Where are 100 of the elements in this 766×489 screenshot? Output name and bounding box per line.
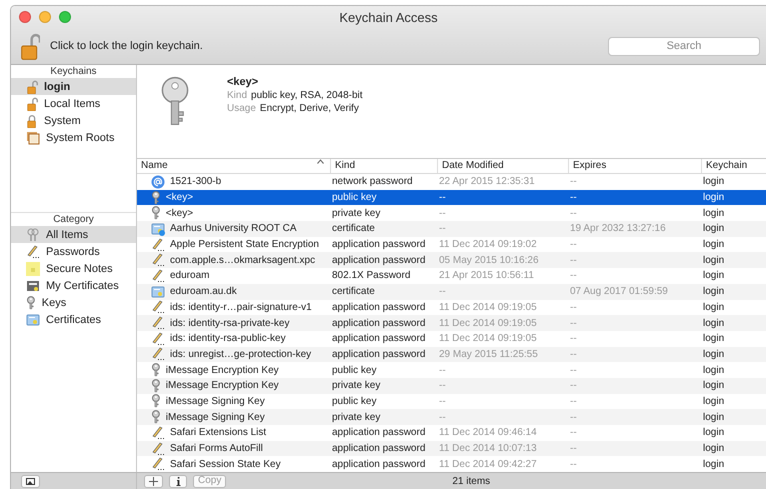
certificate-icon [26, 278, 40, 292]
key-icon [151, 363, 161, 378]
table-cell-text: -- [569, 380, 578, 392]
sidebar-item[interactable]: My Certificates [11, 277, 136, 294]
table-cell-text: 22 Apr 2015 12:35:31 [438, 176, 536, 188]
table-cell-text: -- [438, 380, 447, 392]
table-cell-text: -- [569, 364, 578, 376]
info-button[interactable] [169, 474, 187, 488]
table-cell-text: 11 Dec 2014 09:46:14 [438, 427, 538, 438]
table-cell: Safari Session State Key [170, 458, 281, 470]
table-cell: ids: identity-rsa-public-key [170, 333, 286, 344]
table-cell-text: login [702, 192, 726, 204]
table-cell-text: login [702, 427, 726, 438]
table-cell-text: -- [569, 270, 578, 282]
key-icon [26, 296, 36, 310]
sidebar-item[interactable]: Keys [11, 294, 136, 311]
table-row[interactable]: ids: identity-rsa-private-key application password 11 Dec 2014 09:19:05 -- login [137, 315, 766, 331]
column-header[interactable]: Kind [330, 159, 437, 173]
pencil-icon [151, 347, 165, 362]
table-row[interactable]: eduroam.au.dk certificate -- 07 Aug 2017 01:59:59 login [137, 284, 766, 300]
view-toggle-button[interactable] [21, 474, 40, 488]
table-row[interactable]: com.apple.s…okmarksagent.xpc application password 05 May 2015 10:16:26 -- login [137, 252, 766, 268]
table-row[interactable]: Aarhus University ROOT CA certificate -- 19 Apr 2032 13:27:16 login [137, 221, 766, 237]
key-icon [151, 190, 161, 205]
table-cell-text: -- [569, 192, 578, 204]
table-cell-text: public key [331, 364, 378, 376]
padlock-icon [26, 114, 38, 128]
sidebar-item[interactable]: System Roots [11, 129, 136, 146]
zoom-button[interactable] [59, 11, 71, 23]
sort-caret-icon [317, 159, 324, 164]
pencil-icon [151, 426, 165, 440]
column-header[interactable]: Expires [568, 159, 701, 173]
sidebar-item[interactable]: Certificates [11, 311, 136, 328]
table-cell-text: application password [331, 443, 426, 454]
pencil-icon [151, 253, 165, 268]
table-cell-text: -- [569, 239, 578, 250]
sidebar-item[interactable]: Passwords [11, 243, 136, 260]
table-cell-text: -- [438, 192, 447, 204]
table-cell-text: -- [569, 348, 578, 360]
table-row[interactable]: Safari Forms AutoFill application password 11 Dec 2014 10:07:13 -- login [137, 440, 766, 456]
table-cell-text: -- [438, 396, 447, 407]
table-cell: Aarhus University ROOT CA [170, 223, 297, 234]
table-cell-text: login [702, 396, 726, 407]
certificate-stack-icon [26, 130, 40, 144]
key-icon [151, 378, 161, 393]
sidebar-item[interactable]: All Items [11, 226, 136, 243]
minimize-button[interactable] [39, 11, 51, 23]
sidebar-item[interactable]: System [11, 112, 136, 129]
pencil-icon [26, 244, 40, 258]
key-icon [151, 410, 161, 424]
search-field[interactable]: Search [608, 36, 760, 56]
item-count: 21 items [452, 476, 490, 486]
table-cell-text: 11 Dec 2014 09:19:05 [438, 302, 538, 313]
table-cell-text: application password [331, 239, 426, 250]
table-row[interactable]: iMessage Signing Key private key -- -- login [137, 409, 766, 425]
table-row[interactable]: ids: unregist…ge-protection-key application password 29 May 2015 11:25:55 -- login [137, 346, 766, 362]
sidebar-item[interactable]: login [11, 78, 136, 95]
column-header[interactable]: Name [137, 159, 330, 173]
table-row[interactable]: iMessage Encryption Key private key -- -- login [137, 378, 766, 394]
table-cell-text: -- [438, 286, 447, 298]
table-cell-text: -- [569, 427, 578, 438]
open-padlock-icon [26, 80, 38, 94]
table-cell-text: login [702, 223, 726, 234]
window-title: Keychain Access [338, 10, 439, 24]
table-cell: Safari Extensions List [170, 427, 266, 438]
table-cell-text: login [702, 318, 726, 329]
table-row[interactable]: ids: identity-r…pair-signature-v1 application password 11 Dec 2014 09:19:05 -- login [137, 300, 766, 316]
table-row[interactable]: iMessage Signing Key public key -- -- login [137, 394, 766, 410]
table-cell-text: login [702, 333, 726, 344]
table-cell-text: private key [331, 208, 382, 219]
pencil-icon [151, 316, 165, 330]
table-cell: eduroam [170, 270, 210, 282]
table-cell-text: login [702, 239, 726, 250]
table-cell-text: 802.1X Password [331, 270, 412, 282]
table-cell-text: login [702, 364, 726, 376]
sidebar-item[interactable]: Local Items [11, 95, 136, 112]
picture-icon [26, 478, 35, 484]
open-padlock-icon [20, 31, 40, 61]
table-cell-text: -- [569, 333, 578, 344]
table-row[interactable]: <key> public key -- -- login [137, 190, 766, 206]
column-header[interactable]: Date Modified [437, 159, 568, 173]
table-cell-text: 29 May 2015 11:25:55 [438, 348, 539, 360]
table-cell: Apple Persistent State Encryption [170, 239, 319, 250]
pencil-icon [151, 457, 165, 472]
item-name: <key> [227, 76, 260, 88]
table-cell-text: 11 Dec 2014 10:07:13 [438, 443, 538, 454]
lock-button[interactable] [20, 31, 40, 61]
table-row[interactable]: Apple Persistent State Encryption application password 11 Dec 2014 09:19:02 -- login [137, 236, 766, 252]
column-header[interactable]: Keychain [701, 159, 766, 173]
table-cell: eduroam.au.dk [170, 286, 237, 298]
table-cell-text: 11 Dec 2014 09:19:02 [438, 239, 538, 250]
table-cell-text: login [702, 254, 726, 266]
table-cell-text: -- [569, 208, 578, 219]
table-cell-text: 11 Dec 2014 09:42:27 [438, 458, 538, 470]
table-cell-text: network password [331, 176, 414, 188]
table-cell-text: login [702, 412, 726, 423]
add-button[interactable] [144, 474, 163, 488]
sidebar-item[interactable]: Secure Notes [11, 260, 136, 277]
keys-icon [26, 228, 40, 242]
close-button[interactable] [19, 11, 31, 23]
